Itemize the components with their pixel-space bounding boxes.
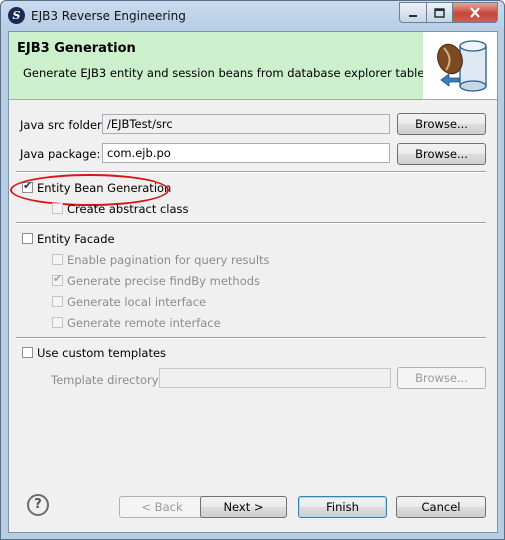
template-dir-field[interactable] [159, 368, 391, 388]
minimize-icon [409, 14, 417, 17]
cancel-button[interactable]: Cancel [396, 496, 486, 518]
title-bar[interactable]: S EJB3 Reverse Engineering [1, 1, 504, 31]
dialog-window: S EJB3 Reverse Engineering EJB3 Generati… [0, 0, 505, 540]
pagination-label[interactable]: Enable pagination for query results [67, 253, 270, 267]
maximize-icon [434, 7, 445, 18]
src-folder-label: Java src folder: [20, 118, 106, 132]
app-icon: S [8, 7, 25, 24]
separator [16, 222, 486, 224]
coffee-bean-database-icon [437, 40, 487, 92]
dialog-client-area: EJB3 Generation Generate EJB3 entity and… [8, 31, 498, 533]
local-interface-label[interactable]: Generate local interface [67, 295, 206, 309]
page-title: EJB3 Generation [17, 41, 136, 56]
maximize-button[interactable] [426, 2, 452, 23]
page-description: Generate EJB3 entity and session beans f… [23, 66, 431, 80]
custom-templates-label[interactable]: Use custom templates [37, 346, 166, 360]
findby-checkbox[interactable]: ✔ [52, 272, 63, 286]
entity-facade-label[interactable]: Entity Facade [37, 232, 115, 246]
pagination-checkbox[interactable] [52, 254, 63, 265]
template-dir-label: Template directory: [51, 373, 162, 387]
abstract-class-label[interactable]: Create abstract class [67, 202, 189, 216]
close-button[interactable] [452, 2, 498, 23]
custom-templates-checkbox[interactable] [22, 347, 33, 358]
package-field[interactable]: com.ejb.po [102, 143, 390, 163]
entity-facade-checkbox[interactable] [22, 233, 33, 244]
wizard-banner-image [423, 32, 497, 99]
header-banner: EJB3 Generation Generate EJB3 entity and… [9, 32, 497, 100]
finish-button[interactable]: Finish [298, 496, 387, 518]
src-folder-field[interactable]: /EJBTest/src [102, 114, 390, 134]
window-title: EJB3 Reverse Engineering [31, 9, 186, 23]
remote-interface-label[interactable]: Generate remote interface [67, 316, 221, 330]
findby-label[interactable]: Generate precise findBy methods [67, 274, 260, 288]
back-button[interactable]: < Back [119, 496, 205, 518]
checkmark-icon: ✔ [53, 272, 63, 285]
local-interface-checkbox[interactable] [52, 296, 63, 307]
package-browse-button[interactable]: Browse... [397, 143, 486, 165]
abstract-class-checkbox[interactable] [52, 203, 63, 214]
package-label: Java package: [20, 147, 101, 161]
separator [16, 171, 486, 173]
help-icon[interactable]: ? [27, 494, 49, 516]
src-folder-browse-button[interactable]: Browse... [397, 113, 486, 135]
next-button[interactable]: Next > [200, 496, 287, 518]
minimize-button[interactable] [399, 2, 426, 23]
separator [16, 337, 486, 339]
remote-interface-checkbox[interactable] [52, 317, 63, 328]
template-browse-button[interactable]: Browse... [397, 367, 486, 389]
close-icon [470, 7, 480, 18]
